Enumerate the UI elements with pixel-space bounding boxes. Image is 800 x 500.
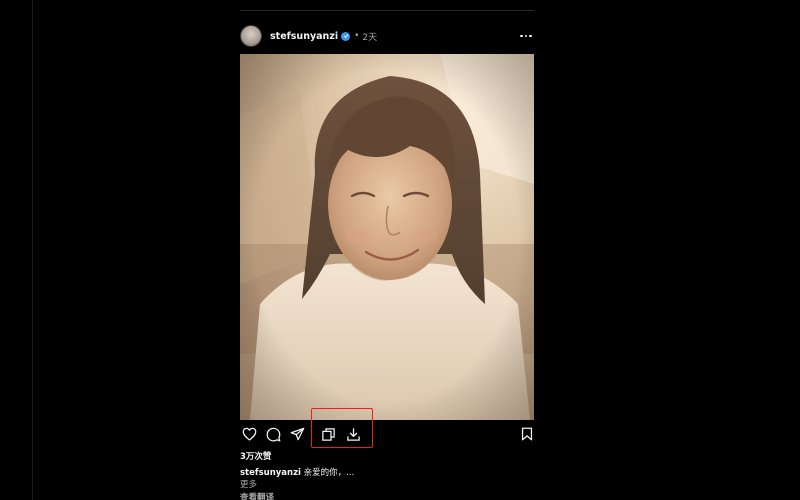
caption-username[interactable]: stefsunyanzi (240, 468, 301, 478)
post-time[interactable]: 2天 (362, 30, 377, 43)
more-dot (524, 34, 528, 38)
verified-badge-icon (341, 31, 351, 41)
time-separator: • (354, 31, 360, 41)
save-button[interactable] (518, 425, 536, 443)
send-icon (290, 427, 304, 441)
like-button[interactable] (240, 425, 258, 443)
download-highlight-box (311, 408, 373, 448)
instagram-page: stefsunyanzi • 2天 3万次赞 stefsunyanzi 亲爱的你… (0, 0, 800, 500)
more-options-button[interactable] (518, 28, 534, 44)
post-photo[interactable] (240, 54, 534, 420)
post-divider (240, 10, 534, 11)
feed-post: stefsunyanzi • 2天 3万次赞 stefsunyanzi 亲爱的你… (240, 0, 534, 500)
left-sidebar-edge (0, 0, 33, 500)
see-translation-link[interactable]: 查看翻译 (240, 491, 274, 500)
bookmark-icon (521, 427, 533, 441)
more-dot (529, 34, 532, 38)
post-action-bar (240, 408, 536, 448)
more-dot (520, 34, 523, 38)
post-username[interactable]: stefsunyanzi (270, 31, 338, 42)
avatar[interactable] (240, 25, 262, 47)
post-caption: stefsunyanzi 亲爱的你，... (240, 466, 354, 478)
caption-more-link[interactable]: 更多 (240, 478, 257, 490)
comment-button[interactable] (264, 425, 282, 443)
selfie-photo (240, 54, 534, 420)
caption-text: 亲爱的你，... (303, 468, 355, 478)
share-button[interactable] (288, 425, 306, 443)
like-count[interactable]: 3万次赞 (240, 450, 271, 462)
comment-icon (266, 427, 280, 441)
heart-icon (242, 427, 256, 441)
post-header: stefsunyanzi • 2天 (240, 23, 534, 49)
